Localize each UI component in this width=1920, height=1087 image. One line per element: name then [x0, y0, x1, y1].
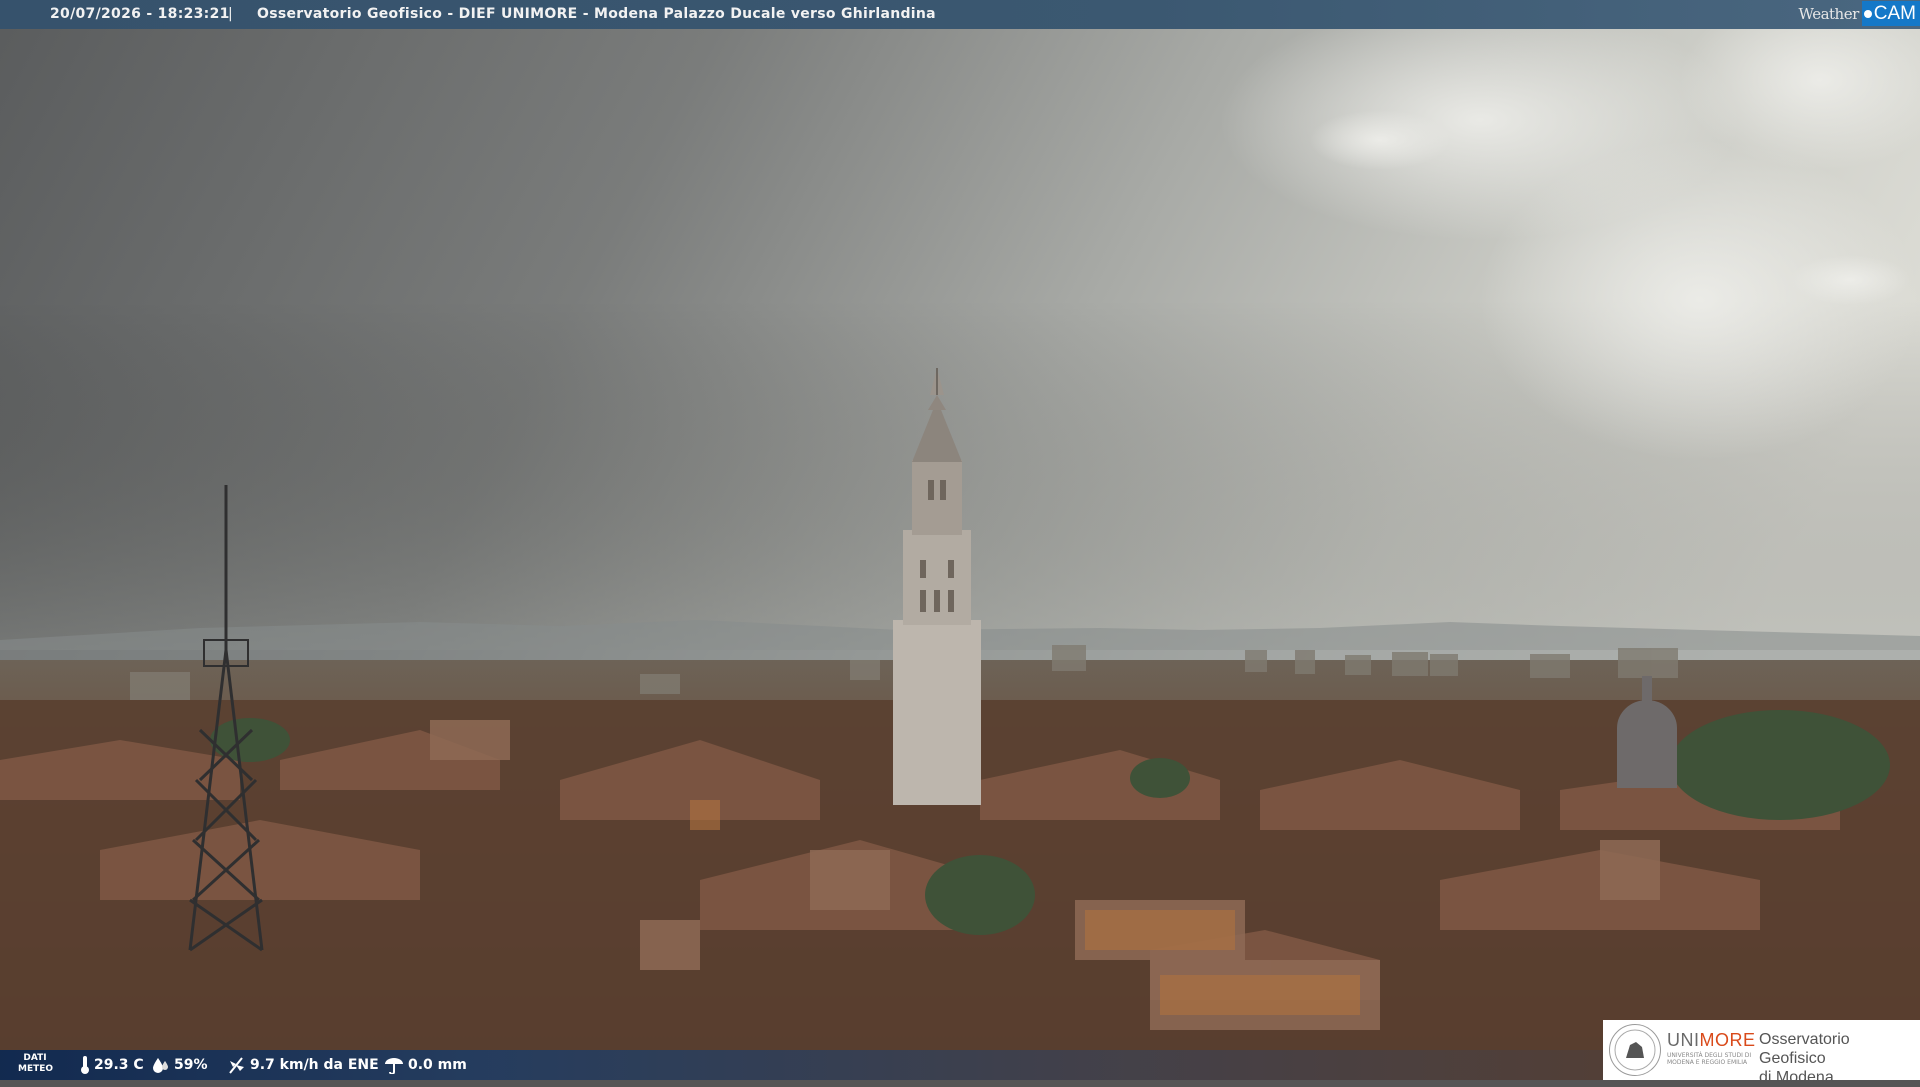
thermometer-icon	[81, 1056, 89, 1074]
humidity-reading: 59%	[152, 1050, 208, 1080]
weathercam-logo-cam: CAM	[1873, 3, 1916, 24]
webcam-image	[0, 0, 1920, 1080]
temperature-reading: 29.3 C	[80, 1050, 144, 1080]
unimore-observatory-logo[interactable]: UNIMORE UNIVERSITÀ DEGLI STUDI DI MODENA…	[1603, 1020, 1920, 1086]
observatory-name: Osservatorio Geofisico di Modena	[1759, 1031, 1850, 1086]
humidity-drops-icon	[153, 1058, 168, 1073]
weathercam-logo-weather: Weather	[1798, 4, 1860, 23]
rain-gauge-icon	[385, 1058, 403, 1074]
humidity-value: 59%	[174, 1057, 208, 1073]
header-bar: 20/07/2026 - 18:23:21 | Osservatorio Geo…	[0, 0, 1920, 29]
unimore-subtitle: UNIVERSITÀ DEGLI STUDI DI MODENA E REGGI…	[1667, 1052, 1752, 1066]
header-separator: |	[228, 6, 233, 22]
rain-reading: 0.0 mm	[384, 1050, 467, 1080]
rain-value: 0.0 mm	[408, 1057, 467, 1073]
camera-lens-icon	[1863, 9, 1872, 18]
wind-vane-icon	[229, 1057, 244, 1074]
university-seal-icon	[1609, 1024, 1661, 1076]
wind-value: 9.7 km/h da ENE	[250, 1057, 379, 1073]
camera-title: Osservatorio Geofisico - DIEF UNIMORE - …	[257, 6, 936, 22]
timestamp: 20/07/2026 - 18:23:21	[50, 6, 230, 22]
wind-reading: 9.7 km/h da ENE	[226, 1050, 379, 1080]
unimore-wordmark: UNIMORE	[1667, 1030, 1756, 1050]
weather-data-label: DATI METEO	[18, 1053, 54, 1074]
weathercam-logo[interactable]: Weather CAM	[1799, 0, 1920, 27]
temperature-value: 29.3 C	[94, 1057, 144, 1073]
